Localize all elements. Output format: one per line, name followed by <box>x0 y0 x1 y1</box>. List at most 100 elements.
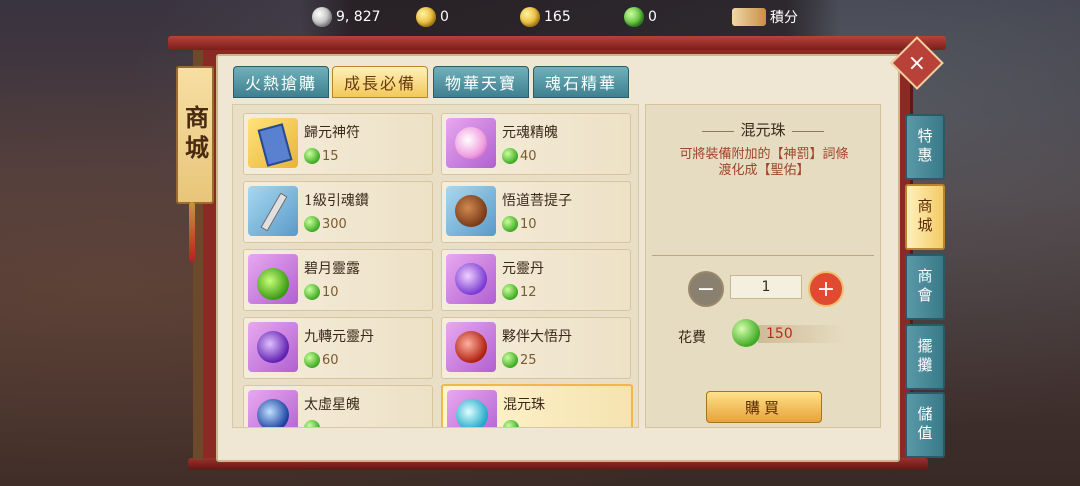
side-tab-stall[interactable]: 擺攤 <box>905 324 945 390</box>
price-value: 60 <box>322 352 339 368</box>
silver-coin-icon <box>312 7 332 27</box>
item-card[interactable]: 太虛星魄 <box>243 385 433 427</box>
tab-hot-sale[interactable]: 火熱搶購 <box>233 66 329 98</box>
item-name: 元靈丹 <box>502 261 544 277</box>
currency-jade: 0 <box>624 7 657 27</box>
side-tab-shop[interactable]: 商城 <box>905 184 945 250</box>
points-ticket-icon <box>732 8 766 26</box>
item-card[interactable]: 元魂精魄 40 <box>441 113 631 175</box>
item-detail-panel: 混元珠 可將裝備附加的【神罰】詞條渡化成【聖佑】 − 1 + 花費 150 購買 <box>645 104 881 428</box>
tab-label: 物華天寶 <box>444 74 517 93</box>
item-card[interactable]: 碧月靈露 10 <box>243 249 433 311</box>
currency-bar: 9, 827 0 165 0 積分 <box>300 0 840 36</box>
increase-button[interactable]: + <box>808 271 844 307</box>
cost-value: 150 <box>766 326 793 342</box>
talisman-scroll-icon <box>248 118 298 168</box>
tab-label: 火熱搶購 <box>244 74 317 93</box>
price-value: 15 <box>322 148 339 164</box>
decrease-button[interactable]: − <box>688 271 724 307</box>
jade-coin-icon <box>502 284 518 300</box>
item-card[interactable]: 元靈丹 12 <box>441 249 631 311</box>
jade-coin-icon <box>624 7 644 27</box>
violet-pill-icon <box>248 322 298 372</box>
jade-coin-icon <box>304 148 320 164</box>
currency-value: 0 <box>440 9 449 25</box>
tab-label: 魂石精華 <box>544 74 617 93</box>
buy-label: 購買 <box>744 398 783 417</box>
side-tab-label: 儲值 <box>915 406 934 444</box>
currency-value: 165 <box>544 9 571 25</box>
item-price: 300 <box>304 216 347 232</box>
tab-soulstone[interactable]: 魂石精華 <box>533 66 629 98</box>
jade-coin-icon <box>502 352 518 368</box>
detail-title: 混元珠 <box>646 119 880 140</box>
jade-coin-icon <box>304 420 320 427</box>
plus-icon: + <box>816 276 836 302</box>
item-price <box>304 420 322 427</box>
side-tab-special[interactable]: 特惠 <box>905 114 945 180</box>
cost-label: 花費 <box>678 330 706 346</box>
tab-label: 成長必備 <box>343 74 416 93</box>
side-tab-label: 商會 <box>915 268 934 306</box>
item-name: 元魂精魄 <box>502 125 558 141</box>
currency-silver: 9, 827 <box>312 7 381 27</box>
currency-gold: 0 <box>416 7 449 27</box>
points-button[interactable]: 積分 <box>732 7 798 27</box>
price-value: 25 <box>520 352 537 368</box>
item-price: 60 <box>304 352 339 368</box>
price-value: 40 <box>520 148 537 164</box>
jade-coin-icon <box>503 420 519 427</box>
currency-value: 9, 827 <box>336 9 381 25</box>
item-card[interactable]: 夥伴大悟丹 25 <box>441 317 631 379</box>
item-price: 10 <box>502 216 537 232</box>
item-card-selected[interactable]: 混元珠 <box>441 384 633 427</box>
jade-coin-icon <box>502 216 518 232</box>
item-grid[interactable]: 歸元神符 15 元魂精魄 40 1級引魂鑽 300 悟道菩提子 10 碧月靈露 … <box>232 104 639 428</box>
jade-coin-icon <box>304 216 320 232</box>
item-price: 12 <box>502 284 537 300</box>
side-tab-guild[interactable]: 商會 <box>905 254 945 320</box>
item-card[interactable]: 歸元神符 15 <box>243 113 433 175</box>
tab-growth[interactable]: 成長必備 <box>332 66 428 98</box>
jade-coin-icon <box>304 352 320 368</box>
star-orb-icon <box>248 390 298 427</box>
item-name: 太虛星魄 <box>304 397 360 413</box>
green-potion-icon <box>248 254 298 304</box>
price-value: 10 <box>322 284 339 300</box>
quantity-field[interactable]: 1 <box>730 275 802 299</box>
item-name: 歸元神符 <box>304 125 360 141</box>
price-value: 10 <box>520 216 537 232</box>
item-price: 15 <box>304 148 339 164</box>
side-tab-label: 擺攤 <box>915 338 934 376</box>
item-price: 25 <box>502 352 537 368</box>
divider <box>652 255 874 256</box>
side-tab-topup[interactable]: 儲值 <box>905 392 945 458</box>
buy-button[interactable]: 購買 <box>706 391 822 423</box>
currency-value: 0 <box>648 9 657 25</box>
item-card[interactable]: 九轉元靈丹 60 <box>243 317 433 379</box>
jade-coin-icon <box>304 284 320 300</box>
tassel-decoration <box>189 202 195 262</box>
soul-orb-icon <box>446 118 496 168</box>
jade-coin-icon <box>732 319 760 347</box>
red-pill-icon <box>446 322 496 372</box>
item-name: 1級引魂鑽 <box>304 193 369 209</box>
shop-title: 商城 <box>180 105 210 165</box>
item-price <box>503 420 521 427</box>
jade-coin-icon <box>502 148 518 164</box>
points-label: 積分 <box>770 10 798 26</box>
frame-top-beam <box>168 36 946 50</box>
item-price: 40 <box>502 148 537 164</box>
price-value: 300 <box>322 216 347 232</box>
purple-pill-icon <box>446 254 496 304</box>
soul-drill-icon <box>248 186 298 236</box>
gold-ingot-icon <box>520 7 540 27</box>
item-price: 10 <box>304 284 339 300</box>
close-icon: × <box>907 50 927 76</box>
minus-icon: − <box>696 276 716 302</box>
item-card[interactable]: 1級引魂鑽 300 <box>243 181 433 243</box>
tab-treasures[interactable]: 物華天寶 <box>433 66 529 98</box>
item-card[interactable]: 悟道菩提子 10 <box>441 181 631 243</box>
quantity-stepper: − 1 + <box>676 271 852 307</box>
side-tab-label: 特惠 <box>915 128 934 166</box>
